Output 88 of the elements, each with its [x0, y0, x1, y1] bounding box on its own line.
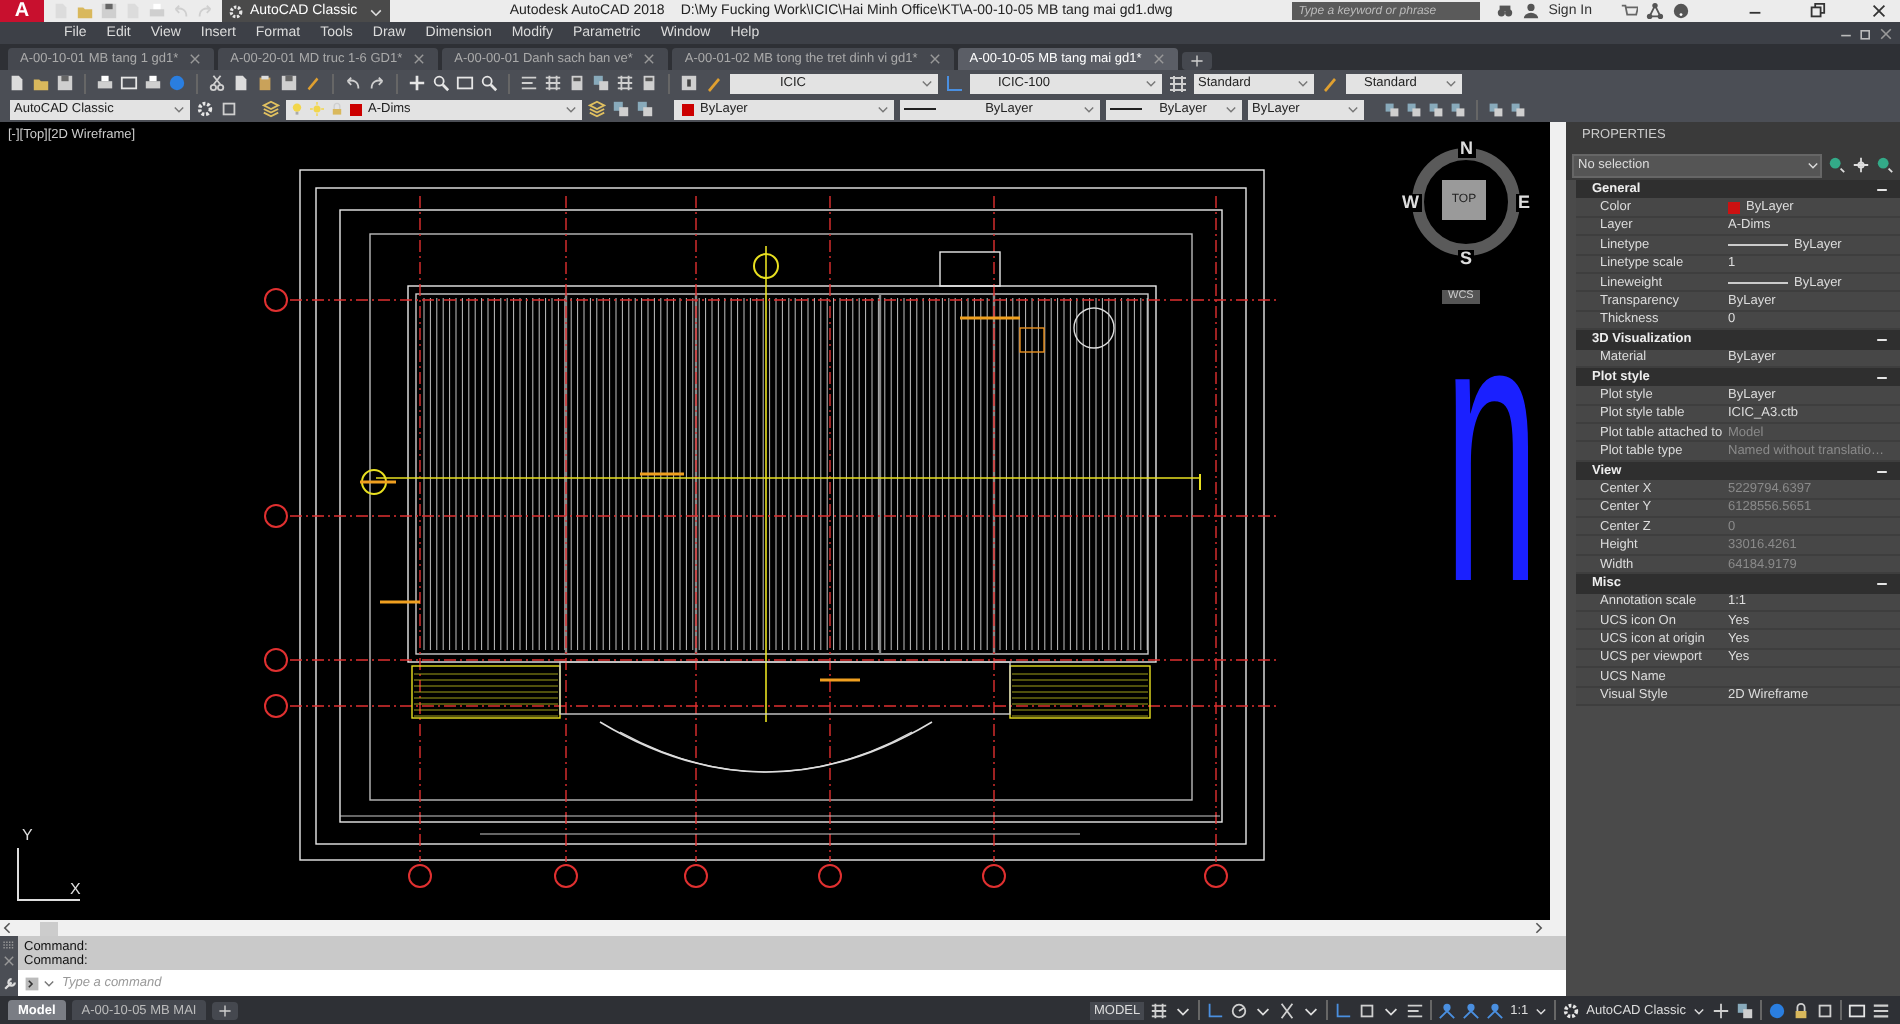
scroll-right-icon[interactable]: [1530, 920, 1546, 936]
lock-icon: [330, 102, 344, 116]
caret-icon: [1144, 76, 1158, 90]
properties-icon[interactable]: [520, 74, 538, 92]
caret-icon[interactable]: [1692, 1003, 1706, 1017]
compass-west[interactable]: W: [1400, 194, 1421, 212]
caret-icon: [564, 102, 578, 116]
restore-icon[interactable]: [1858, 25, 1874, 41]
command-prompt-icon[interactable]: [24, 975, 40, 991]
help-icon[interactable]: [680, 74, 698, 92]
copy-icon[interactable]: [232, 74, 250, 92]
help-icon[interactable]: [1672, 2, 1690, 20]
person-icon[interactable]: [1486, 1001, 1505, 1019]
save-icon[interactable]: [56, 74, 74, 92]
grid-icon[interactable]: [1150, 1001, 1169, 1019]
app-logo[interactable]: A: [0, 0, 44, 22]
horizontal-scrollbar[interactable]: [0, 920, 1566, 936]
zoom-window-icon[interactable]: [456, 74, 474, 92]
open-folder-icon[interactable]: [32, 74, 50, 92]
person-icon[interactable]: [1462, 1001, 1481, 1019]
layer-manager-icon[interactable]: [262, 100, 280, 118]
caret-icon: [1082, 102, 1096, 116]
polar-icon[interactable]: [1230, 1001, 1249, 1019]
drawing-text: n: [1444, 326, 1540, 576]
scroll-thumb[interactable]: [40, 921, 58, 935]
toggle-pickadd-icon[interactable]: [1828, 156, 1846, 174]
vertical-scrollbar[interactable]: [1550, 122, 1566, 920]
print-icon[interactable]: [96, 74, 114, 92]
network-icon[interactable]: [1646, 2, 1664, 20]
caret-icon: [1444, 76, 1458, 90]
caret-icon[interactable]: [42, 976, 56, 990]
caret-icon: [920, 76, 934, 90]
sun-icon: [310, 102, 324, 116]
workspace-gear-icon[interactable]: [1562, 1001, 1581, 1019]
caret-icon[interactable]: [1534, 1003, 1549, 1017]
zoom-icon[interactable]: [432, 74, 450, 92]
angle-icon[interactable]: [1334, 1001, 1353, 1019]
binoculars-icon[interactable]: [1496, 2, 1515, 20]
restore-icon[interactable]: [1808, 2, 1826, 20]
caret-icon: [172, 102, 186, 116]
y-axis-label: Y: [22, 828, 33, 844]
user-icon[interactable]: [1522, 2, 1541, 20]
new-file-icon[interactable]: [8, 74, 26, 92]
zoom-previous-icon[interactable]: [480, 74, 498, 92]
cart-icon[interactable]: [1620, 2, 1638, 20]
dimension-style-icon: [944, 73, 964, 93]
quick-select-icon[interactable]: [1876, 156, 1894, 174]
redo-icon[interactable]: [368, 74, 386, 92]
customize-icon[interactable]: [1, 975, 17, 991]
caret-icon: [1296, 76, 1310, 90]
tool-palette-icon[interactable]: [568, 74, 586, 92]
calculator-icon[interactable]: [640, 74, 658, 92]
caret-icon: [1224, 102, 1238, 116]
caret-icon: [876, 102, 890, 116]
caret-icon: [1346, 102, 1360, 116]
lineweight-icon[interactable]: [1406, 1001, 1425, 1019]
new-layout-button[interactable]: [212, 1001, 239, 1019]
grip-icon[interactable]: [2, 937, 16, 952]
compass-north[interactable]: N: [1458, 140, 1475, 158]
close-icon[interactable]: [1870, 2, 1888, 20]
save-icon[interactable]: [100, 2, 118, 20]
undo-icon[interactable]: [344, 74, 362, 92]
lock-icon[interactable]: [1792, 1001, 1810, 1019]
gear-icon[interactable]: [196, 100, 214, 118]
paste-icon[interactable]: [256, 74, 274, 92]
plus-icon: [218, 1003, 233, 1017]
x-axis-label: X: [70, 882, 81, 898]
ortho-icon[interactable]: [1206, 1001, 1225, 1019]
layer-color-swatch: [350, 103, 362, 115]
osnap-icon[interactable]: [1278, 1001, 1297, 1019]
scissors-icon[interactable]: [208, 74, 226, 92]
caret-icon: [1806, 158, 1820, 172]
compass-south[interactable]: S: [1458, 250, 1475, 268]
make-current-icon[interactable]: [588, 100, 606, 118]
compass-east[interactable]: E: [1516, 194, 1533, 212]
brush-icon[interactable]: [304, 74, 322, 92]
bulb-icon: [290, 102, 304, 116]
gear-icon: [228, 3, 244, 19]
plus-icon[interactable]: [1712, 1001, 1730, 1019]
pan-icon[interactable]: [408, 74, 426, 92]
select-objects-icon[interactable]: [1852, 156, 1870, 174]
table-style-icon: [1168, 73, 1188, 93]
plus-icon: [1189, 54, 1204, 68]
ucs-axes-icon: [16, 848, 80, 902]
scroll-left-icon[interactable]: [0, 920, 16, 936]
new-tab-button[interactable]: [1181, 52, 1212, 70]
menu-icon[interactable]: [1872, 1001, 1890, 1019]
color-swatch: [682, 103, 694, 115]
